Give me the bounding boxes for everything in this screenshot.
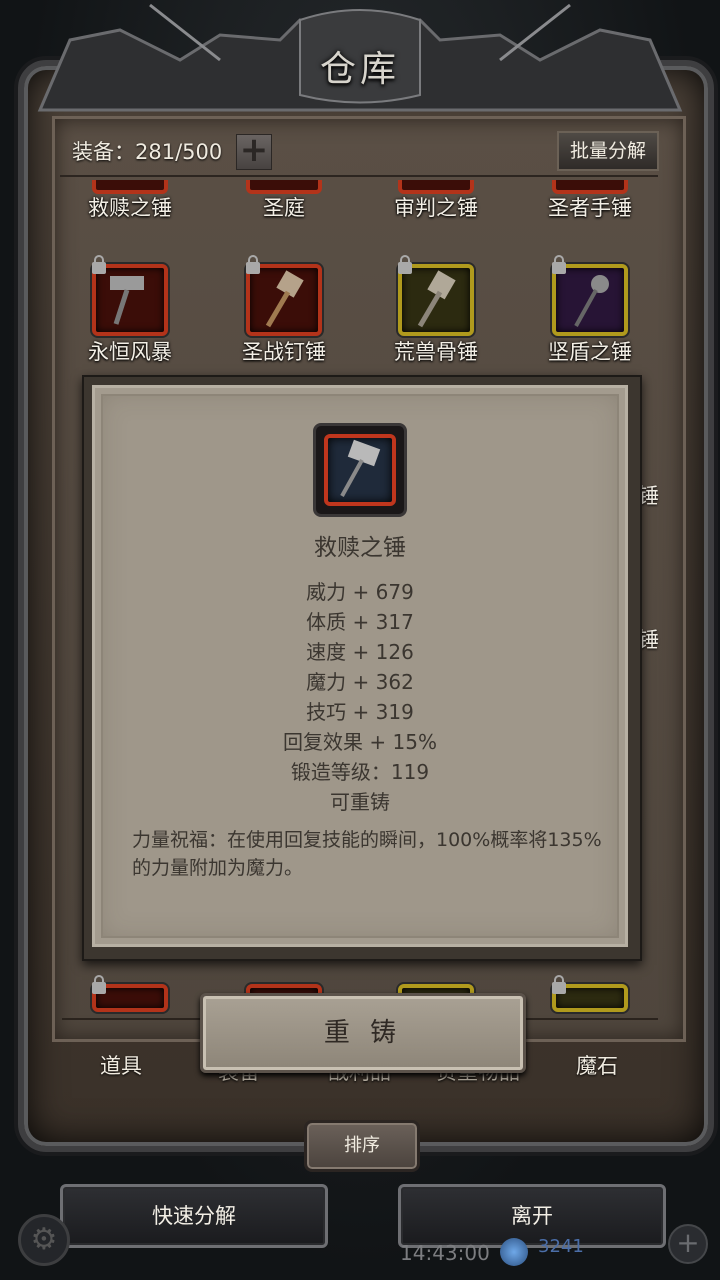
add-icon[interactable]: + bbox=[668, 1224, 708, 1264]
selected-item-icon bbox=[313, 423, 407, 517]
stat-line: 锻造等级：119 bbox=[290, 760, 430, 784]
quick-dismantle-button[interactable]: 快速分解 bbox=[60, 1184, 328, 1248]
hammer-icon bbox=[110, 276, 144, 325]
star-mace-icon bbox=[574, 275, 609, 327]
item-name[interactable]: 圣战钉锤 bbox=[209, 336, 359, 366]
stat-line: 技巧 + 319 bbox=[306, 700, 414, 724]
hammer-icon bbox=[340, 439, 381, 497]
hammer-item-icon[interactable] bbox=[246, 255, 322, 336]
lock-icon bbox=[552, 975, 566, 994]
hammer-item-icon[interactable] bbox=[552, 255, 628, 336]
gem-count: 3241 bbox=[538, 1236, 584, 1257]
bone-mace-icon bbox=[417, 270, 456, 328]
stat-line: 速度 + 126 bbox=[306, 640, 414, 664]
reforge-button[interactable]: 重 铸 bbox=[200, 993, 526, 1073]
hammer-item-icon[interactable] bbox=[398, 255, 474, 336]
hammer-item-icon[interactable] bbox=[92, 255, 168, 336]
selected-item-name: 救赎之锤 bbox=[314, 535, 406, 561]
stat-line: 威力 + 679 bbox=[306, 580, 414, 604]
equipment-count: 装备：281/500 bbox=[72, 140, 223, 164]
tab-items[interactable]: 道具 bbox=[100, 1050, 142, 1080]
tab-magic-stones[interactable]: 魔石 bbox=[576, 1050, 618, 1080]
lock-icon bbox=[398, 255, 412, 274]
stat-line: 回复效果 + 15% bbox=[283, 730, 437, 754]
leave-button[interactable]: 离开 bbox=[398, 1184, 666, 1248]
item-name[interactable]: 荒兽骨锤 bbox=[361, 336, 511, 366]
item-name[interactable]: 坚盾之锤 bbox=[515, 336, 665, 366]
stat-line: 体质 + 317 bbox=[306, 610, 414, 634]
lock-icon bbox=[92, 255, 106, 274]
page-title: 仓库 bbox=[319, 49, 400, 90]
item-name[interactable]: 永恒风暴 bbox=[55, 336, 205, 366]
item-icon-partial[interactable] bbox=[552, 975, 628, 1012]
batch-dismantle-button[interactable]: 批量分解 bbox=[557, 131, 659, 171]
gem-icon bbox=[500, 1238, 528, 1266]
lock-icon bbox=[246, 255, 260, 274]
item-description: 力量祝福：在使用回复技能的瞬间，100%概率将135%的力量附加为魔力。 bbox=[132, 829, 602, 879]
gear-icon[interactable]: ⚙ bbox=[18, 1214, 70, 1266]
lock-icon bbox=[92, 975, 106, 994]
item-name[interactable]: 审判之锤 bbox=[361, 192, 511, 222]
sort-button[interactable]: 排序 bbox=[304, 1120, 420, 1172]
clock-text: 14:43:00 bbox=[400, 1241, 490, 1265]
spiked-mace-icon bbox=[265, 270, 304, 328]
lock-icon bbox=[552, 255, 566, 274]
item-name[interactable]: 救赎之锤 bbox=[55, 192, 205, 222]
item-name[interactable]: 圣者手锤 bbox=[515, 192, 665, 222]
expand-capacity-button[interactable]: + bbox=[236, 133, 272, 170]
stat-line: 魔力 + 362 bbox=[306, 670, 414, 694]
item-name[interactable]: 圣庭 bbox=[209, 192, 359, 222]
stat-line: 可重铸 bbox=[330, 790, 390, 814]
item-icon-partial[interactable] bbox=[92, 975, 168, 1012]
header-divider bbox=[60, 175, 658, 177]
